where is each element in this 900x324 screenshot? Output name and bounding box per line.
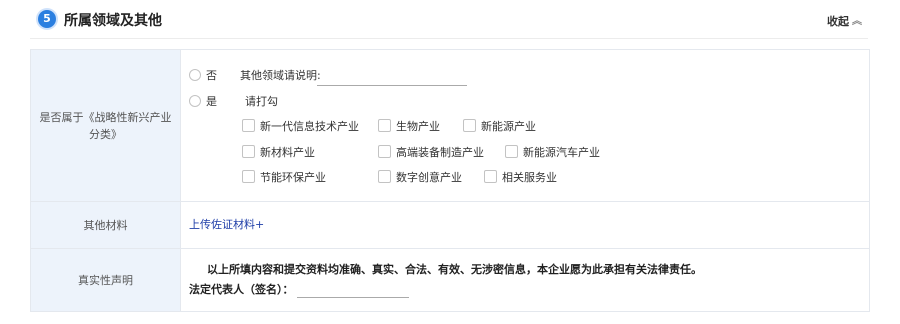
radio-yes[interactable] — [189, 95, 201, 107]
step-number-badge: 5 — [38, 10, 56, 28]
checkbox-industry-it[interactable] — [242, 119, 255, 132]
chevron-up-icon: ︽ — [852, 16, 862, 27]
industry-label: 相关服务业 — [502, 171, 557, 184]
other-materials-row: 其他材料 上传佐证材料+ — [31, 202, 869, 249]
checkbox-industry-services[interactable] — [484, 170, 497, 183]
declaration-row: 真实性声明 以上所填内容和提交资料均准确、真实、合法、有效、无涉密信息，本企业愿… — [31, 249, 869, 312]
other-materials-label: 其他材料 — [31, 202, 181, 248]
check-prompt: 请打勾 — [245, 95, 278, 108]
declaration-label: 真实性声明 — [31, 249, 181, 311]
declaration-content: 以上所填内容和提交资料均准确、真实、合法、有效、无涉密信息，本企业愿为此承担有关… — [181, 249, 869, 311]
strategic-industry-row: 是否属于《战略性新兴产业分类》 否 其他领域请说明: 是 请打勾 新一代信息技术… — [31, 50, 869, 202]
industry-label: 新一代信息技术产业 — [260, 120, 359, 133]
checkbox-industry-equipment[interactable] — [378, 145, 391, 158]
checkbox-industry-nev[interactable] — [505, 145, 518, 158]
legal-rep-label: 法定代表人（签名）： — [189, 283, 294, 296]
industry-label: 生物产业 — [396, 120, 440, 133]
checkbox-industry-new-energy[interactable] — [463, 119, 476, 132]
radio-no[interactable] — [189, 69, 201, 81]
upload-evidence-link[interactable]: 上传佐证材料+ — [189, 216, 264, 232]
strategic-industry-label: 是否属于《战略性新兴产业分类》 — [31, 50, 181, 201]
form-table: 是否属于《战略性新兴产业分类》 否 其他领域请说明: 是 请打勾 新一代信息技术… — [30, 49, 870, 312]
radio-yes-label: 是 — [206, 95, 217, 108]
radio-no-label: 否 — [206, 69, 217, 82]
other-field-input[interactable] — [317, 71, 467, 86]
legal-rep-signature-input[interactable] — [297, 283, 409, 298]
checkbox-industry-materials[interactable] — [242, 145, 255, 158]
industry-label: 高端装备制造产业 — [396, 146, 484, 159]
checkbox-industry-environment[interactable] — [242, 170, 255, 183]
collapse-label: 收起 — [827, 15, 849, 28]
industry-label: 节能环保产业 — [260, 171, 326, 184]
section-header: 5 所属领域及其他 收起 ︽ — [30, 0, 868, 39]
declaration-text: 以上所填内容和提交资料均准确、真实、合法、有效、无涉密信息，本企业愿为此承担有关… — [207, 263, 702, 276]
industry-label: 新能源汽车产业 — [523, 146, 600, 159]
checkbox-industry-bio[interactable] — [378, 119, 391, 132]
strategic-industry-content: 否 其他领域请说明: 是 请打勾 新一代信息技术产业 生物产业 新能源产业 新材… — [181, 50, 869, 201]
industry-label: 数字创意产业 — [396, 171, 462, 184]
industry-label: 新能源产业 — [481, 120, 536, 133]
collapse-button[interactable]: 收起 ︽ — [827, 13, 862, 29]
section-title: 所属领域及其他 — [64, 13, 162, 29]
other-field-label: 其他领域请说明: — [240, 69, 321, 82]
industry-label: 新材料产业 — [260, 146, 315, 159]
checkbox-industry-digital[interactable] — [378, 170, 391, 183]
other-materials-content: 上传佐证材料+ — [181, 202, 869, 248]
